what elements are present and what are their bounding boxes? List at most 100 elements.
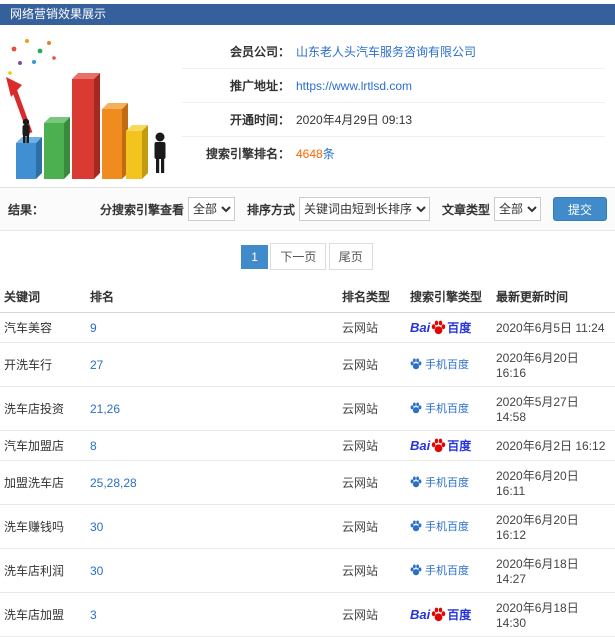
update-time-cell: 2020年6月5日 11:24: [492, 312, 615, 343]
rank-type-cell: 云网站: [338, 430, 406, 461]
baidu-cn-text: 百度: [447, 321, 472, 335]
rank-type-cell: 云网站: [338, 592, 406, 637]
mobile-baidu-logo: 手机百度: [410, 356, 469, 372]
company-info: 会员公司： 山东老人头汽车服务咨询有限公司推广地址： https://www.lrt…: [182, 31, 615, 183]
table-row: 洗车赚钱吗 30 云网站 手机百度 2020年6月20日 16:12: [0, 504, 615, 549]
submit-button[interactable]: 提交: [552, 197, 607, 221]
table-row: 洗车店加盟 3 云网站 Bai 百度 2020年6月18日 14:30: [0, 592, 615, 637]
article-type-label: 文章类型: [441, 202, 490, 217]
pagination: 1 下一页 尾页: [0, 231, 615, 281]
keyword-cell: 加盟洗车店: [0, 460, 86, 505]
rank-cell[interactable]: 21,26: [86, 386, 338, 431]
col-header-keyword: 关键词: [0, 281, 86, 313]
info-label: 推广地址：: [229, 79, 290, 93]
rank-cell[interactable]: 9: [86, 312, 338, 343]
info-label: 会员公司：: [229, 45, 290, 59]
company-info-panel: 会员公司： 山东老人头汽车服务咨询有限公司推广地址： https://www.lrt…: [0, 25, 615, 188]
table-row: 开洗车行 27 云网站 手机百度 2020年6月20日 16:16: [0, 342, 615, 387]
baidu-paw-icon: [410, 564, 422, 576]
info-row: 开通时间： 2020年4月29日 09:13: [182, 103, 605, 137]
engine-cell: Bai 百度: [406, 430, 492, 461]
info-suffix: 条: [322, 147, 335, 161]
engine-cell: 手机百度: [406, 386, 492, 431]
rank-cell[interactable]: 25,28,28: [86, 460, 338, 505]
mobile-baidu-logo: 手机百度: [410, 518, 469, 534]
update-time-cell: 2020年6月20日 16:16: [492, 342, 615, 387]
mobile-baidu-text: 手机百度: [425, 359, 469, 371]
page-header: 网络营销效果展示: [0, 4, 615, 25]
col-header-engine-type: 搜索引擎类型: [406, 281, 492, 313]
rank-cell[interactable]: 27: [86, 342, 338, 387]
mobile-baidu-text: 手机百度: [425, 477, 469, 489]
baidu-paw-icon: [431, 438, 446, 453]
update-time-cell: 2020年6月2日 16:12: [492, 430, 615, 461]
baidu-paw-icon: [410, 520, 422, 532]
engine-cell: 手机百度: [406, 548, 492, 593]
info-value-link[interactable]: https://www.lrtlsd.com: [296, 79, 412, 93]
table-row: 汽车美容 9 云网站 Bai 百度 2020年6月5日 11:24: [0, 312, 615, 343]
next-page-button[interactable]: 下一页: [270, 243, 327, 270]
keyword-cell: 开洗车行: [0, 342, 86, 387]
update-time-cell: 2020年6月18日 14:27: [492, 548, 615, 593]
rank-type-cell: 云网站: [338, 342, 406, 387]
info-row: 搜索引擎排名： 4648 条: [182, 137, 605, 170]
table-row: 洗车店利润 30 云网站 手机百度 2020年6月18日 14:27: [0, 548, 615, 593]
bar-chart-illustration: [6, 39, 166, 179]
sort-filter-select[interactable]: 关键词由短到长排序: [298, 197, 430, 221]
rank-cell[interactable]: 3: [86, 592, 338, 637]
sort-filter-label: 排序方式: [246, 202, 295, 217]
engine-cell: 手机百度: [406, 504, 492, 549]
baidu-logo: Bai 百度: [410, 606, 471, 623]
rank-type-cell: 云网站: [338, 504, 406, 549]
mobile-baidu-text: 手机百度: [425, 565, 469, 577]
filter-controls: 分搜索引擎查看 全部 排序方式 关键词由短到长排序 文章类型 全部 提交: [88, 197, 607, 221]
results-table-body: 汽车美容 9 云网站 Bai 百度 2020年6月5日 11:24 开洗车行 27 云网站 手机百…: [0, 312, 615, 637]
rank-cell[interactable]: 30: [86, 548, 338, 593]
info-value: 4648: [296, 146, 323, 161]
baidu-paw-icon: [410, 402, 422, 414]
article-type-select[interactable]: 全部: [493, 197, 541, 221]
baidu-paw-icon: [410, 476, 422, 488]
engine-filter-label: 分搜索引擎查看: [99, 202, 184, 217]
rank-cell[interactable]: 8: [86, 430, 338, 461]
rank-cell[interactable]: 30: [86, 504, 338, 549]
col-header-update-time: 最新更新时间: [492, 281, 615, 313]
rank-type-cell: 云网站: [338, 460, 406, 505]
engine-cell: 手机百度: [406, 342, 492, 387]
mobile-baidu-logo: 手机百度: [410, 474, 469, 490]
update-time-cell: 2020年6月20日 16:11: [492, 460, 615, 505]
engine-filter-select[interactable]: 全部: [187, 197, 235, 221]
baidu-logo: Bai 百度: [410, 319, 471, 336]
filter-bar: 结果： 分搜索引擎查看 全部 排序方式 关键词由短到长排序 文章类型 全部 提交: [0, 188, 615, 231]
mobile-baidu-text: 手机百度: [425, 403, 469, 415]
baidu-cn-text: 百度: [447, 439, 472, 453]
rank-type-cell: 云网站: [338, 386, 406, 431]
update-time-cell: 2020年6月20日 16:12: [492, 504, 615, 549]
page-title: 网络营销效果展示: [10, 7, 107, 21]
table-row: 洗车店投资 21,26 云网站 手机百度 2020年5月27日 14:58: [0, 386, 615, 431]
baidu-paw-icon: [410, 358, 422, 370]
keyword-cell: 洗车店加盟: [0, 592, 86, 637]
table-header-row: 关键词 排名 排名类型 搜索引擎类型 最新更新时间: [0, 281, 615, 313]
info-row: 会员公司： 山东老人头汽车服务咨询有限公司: [182, 35, 605, 69]
baidu-latin-text: Bai: [410, 438, 431, 453]
engine-cell: Bai 百度: [406, 312, 492, 343]
update-time-cell: 2020年5月27日 14:58: [492, 386, 615, 431]
keyword-cell: 汽车美容: [0, 312, 86, 343]
info-value-link[interactable]: 山东老人头汽车服务咨询有限公司: [296, 43, 476, 60]
table-row: 加盟洗车店 25,28,28 云网站 手机百度 2020年6月20日 16:11: [0, 460, 615, 505]
info-value: 2020年4月29日 09:13: [296, 113, 413, 127]
rank-type-cell: 云网站: [338, 548, 406, 593]
page-1-button[interactable]: 1: [241, 245, 268, 269]
baidu-latin-text: Bai: [410, 320, 431, 335]
mobile-baidu-text: 手机百度: [425, 521, 469, 533]
col-header-rank: 排名: [86, 281, 338, 313]
last-page-button[interactable]: 尾页: [328, 243, 373, 270]
growth-chart-graphic: [0, 31, 182, 183]
keyword-cell: 洗车店利润: [0, 548, 86, 593]
table-row: 汽车加盟店 8 云网站 Bai 百度 2020年6月2日 16:12: [0, 430, 615, 461]
keyword-cell: 洗车赚钱吗: [0, 504, 86, 549]
keyword-cell: 洗车店投资: [0, 386, 86, 431]
info-label: 搜索引擎排名：: [205, 147, 290, 161]
mobile-baidu-logo: 手机百度: [410, 400, 469, 416]
